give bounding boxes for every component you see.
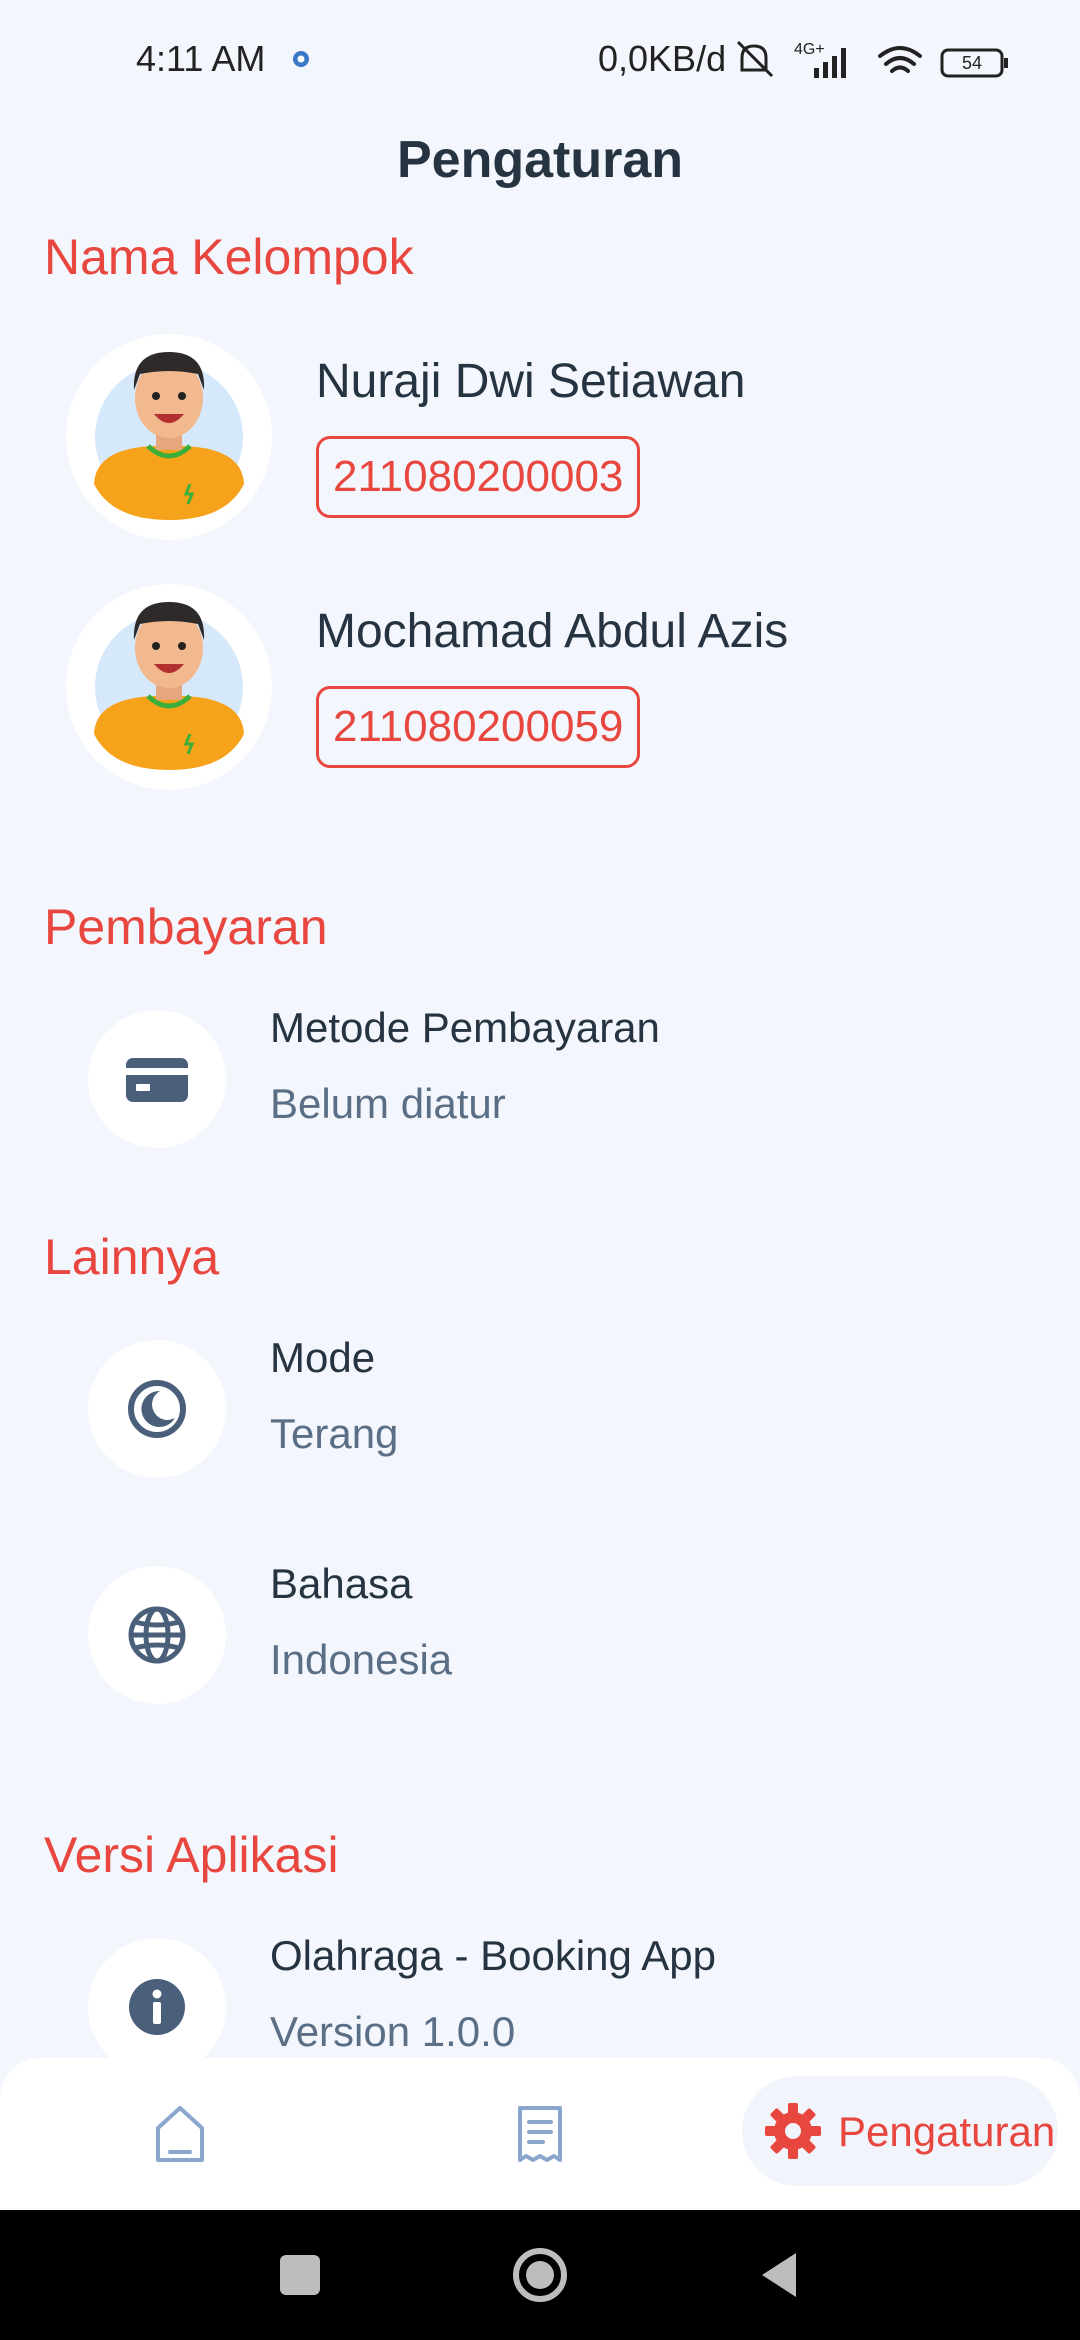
nav-home[interactable] bbox=[120, 2058, 240, 2210]
network-speed: 0,0KB/d bbox=[598, 38, 727, 79]
avatar-illustration bbox=[94, 352, 244, 520]
member-card: Mochamad Abdul Azis 211080200059 bbox=[0, 584, 1080, 804]
setting-title: Bahasa bbox=[270, 1560, 413, 1607]
member-id-badge: 211080200003 bbox=[316, 436, 641, 518]
battery-level: 54 bbox=[962, 53, 982, 73]
status-icons: 4G+ 54 bbox=[736, 40, 1008, 78]
status-time: 4:11 AM bbox=[136, 38, 266, 79]
circle-icon bbox=[513, 2248, 567, 2302]
app-version: Version 1.0.0 bbox=[270, 2008, 516, 2055]
bottom-navigation: Pengaturan bbox=[0, 2058, 1080, 2210]
back-button[interactable] bbox=[720, 2210, 840, 2340]
avatar bbox=[66, 584, 272, 790]
setting-title: Metode Pembayaran bbox=[270, 1004, 660, 1051]
setting-value: Terang bbox=[270, 1410, 399, 1457]
moon-icon bbox=[88, 1340, 226, 1478]
member-id-badge: 211080200059 bbox=[316, 686, 641, 768]
nav-orders[interactable] bbox=[480, 2058, 600, 2210]
settings-notification-icon bbox=[293, 51, 309, 67]
battery-icon: 54 bbox=[940, 48, 1008, 78]
setting-value: Belum diatur bbox=[270, 1080, 506, 1127]
page-title: Pengaturan bbox=[396, 131, 684, 189]
avatar-illustration bbox=[94, 602, 244, 770]
info-icon bbox=[88, 1938, 226, 2076]
section-title-others: Lainnya bbox=[44, 1229, 220, 1285]
system-navigation-bar bbox=[0, 2210, 1080, 2340]
member-name: Nuraji Dwi Setiawan bbox=[316, 355, 746, 408]
receipt-icon bbox=[518, 2106, 562, 2162]
setting-language[interactable]: Bahasa Indonesia bbox=[0, 1560, 1080, 1710]
nav-settings[interactable]: Pengaturan bbox=[742, 2076, 1058, 2186]
square-icon bbox=[280, 2255, 320, 2295]
section-title-group: Nama Kelompok bbox=[44, 229, 414, 285]
setting-mode[interactable]: Mode Terang bbox=[0, 1334, 1080, 1484]
wifi-icon bbox=[878, 46, 922, 73]
triangle-back-icon bbox=[762, 2253, 796, 2297]
network-type-label: 4G+ bbox=[794, 41, 825, 58]
home-button[interactable] bbox=[480, 2210, 600, 2340]
status-bar: 4:11 AM 0,0KB/d 4G+ 54 bbox=[0, 0, 1080, 120]
credit-card-icon bbox=[88, 1010, 226, 1148]
nav-settings-label: Pengaturan bbox=[838, 2108, 1056, 2155]
member-card: Nuraji Dwi Setiawan 211080200003 bbox=[0, 334, 1080, 554]
globe-icon bbox=[88, 1566, 226, 1704]
avatar bbox=[66, 334, 272, 540]
member-name: Mochamad Abdul Azis bbox=[316, 605, 789, 658]
mute-bell-icon bbox=[736, 40, 774, 78]
recents-button[interactable] bbox=[240, 2210, 360, 2340]
gear-icon bbox=[765, 2103, 821, 2159]
setting-payment-method[interactable]: Metode Pembayaran Belum diatur bbox=[0, 1004, 1080, 1154]
setting-value: Indonesia bbox=[270, 1636, 453, 1683]
setting-title: Mode bbox=[270, 1334, 376, 1381]
section-title-payment: Pembayaran bbox=[44, 899, 328, 955]
home-icon bbox=[156, 2106, 204, 2162]
app-name: Olahraga - Booking App bbox=[270, 1932, 716, 1979]
section-title-version: Versi Aplikasi bbox=[44, 1827, 339, 1883]
